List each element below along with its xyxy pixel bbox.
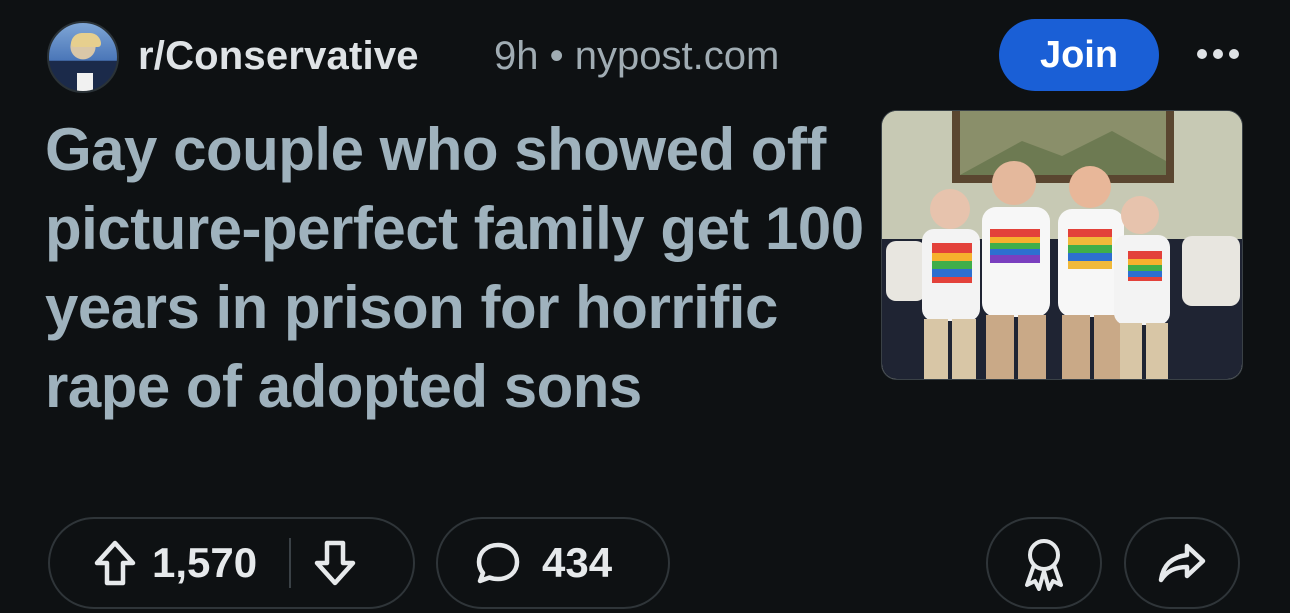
avatar-hair <box>71 33 101 47</box>
upvote-button[interactable] <box>80 519 150 607</box>
downvote-button[interactable] <box>305 519 365 607</box>
share-icon <box>1158 543 1206 583</box>
post-card[interactable]: r/Conservative 9h • nypost.com Join Gay … <box>0 0 1290 613</box>
more-horizontal-icon <box>1197 49 1239 59</box>
comments-button[interactable]: 434 <box>436 517 670 609</box>
post-thumbnail[interactable] <box>881 110 1243 380</box>
comment-count: 434 <box>542 539 613 586</box>
post-time: 9h <box>494 34 539 78</box>
post-meta: 9h • nypost.com <box>494 30 779 82</box>
subreddit-avatar[interactable] <box>47 21 119 93</box>
vote-score: 1,570 <box>152 539 258 586</box>
join-button[interactable]: Join <box>999 19 1159 91</box>
post-domain[interactable]: nypost.com <box>575 34 780 78</box>
subreddit-name[interactable]: r/Conservative <box>138 30 419 82</box>
award-icon <box>1025 539 1063 591</box>
award-button[interactable] <box>986 517 1102 609</box>
downvote-arrow-icon <box>314 540 356 586</box>
vote-divider <box>289 538 292 588</box>
meta-separator: • <box>549 34 564 78</box>
post-title[interactable]: Gay couple who showed off picture-perfec… <box>45 110 875 426</box>
vote-controls: 1,570 <box>48 517 415 609</box>
avatar-shirt <box>77 73 93 91</box>
upvote-arrow-icon <box>94 540 136 586</box>
more-options-button[interactable] <box>1188 36 1248 72</box>
share-button[interactable] <box>1124 517 1240 609</box>
family-photo-illustration <box>882 111 1242 379</box>
comment-bubble-icon <box>476 542 520 584</box>
